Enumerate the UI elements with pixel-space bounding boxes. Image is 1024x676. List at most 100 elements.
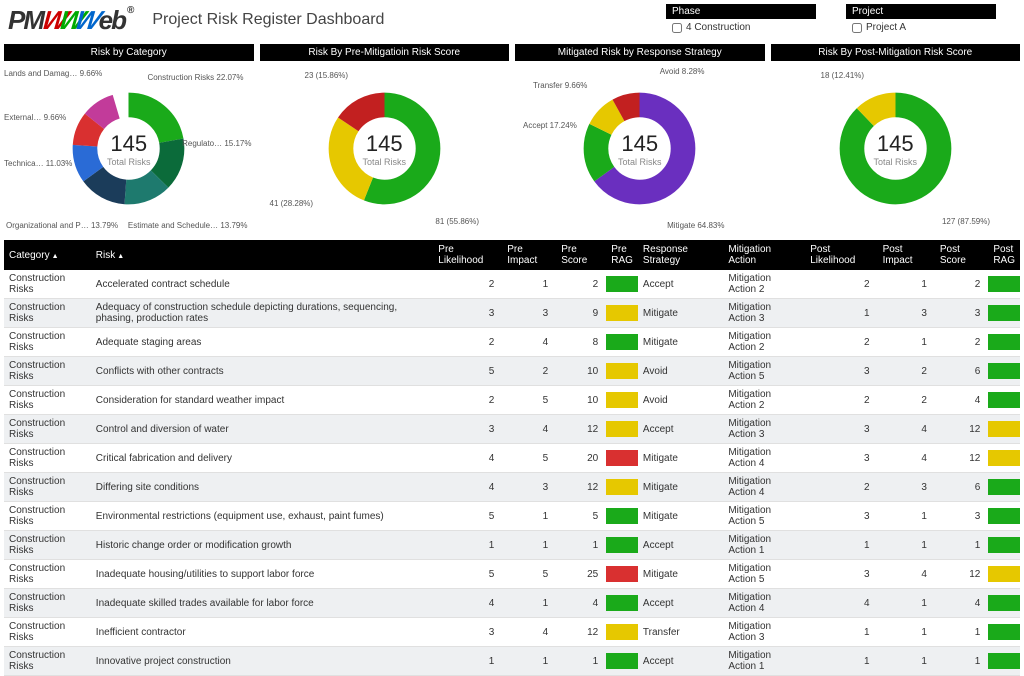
cell-post-impact: 4: [878, 444, 935, 473]
cell-post-rag: [988, 531, 1020, 560]
cell-category: Construction Risks: [4, 415, 91, 444]
column-header[interactable]: Risk▲: [91, 240, 434, 270]
cell-post-likelihood: 2: [805, 328, 877, 357]
cell-category: Construction Risks: [4, 502, 91, 531]
table-row[interactable]: Construction RisksInnovative project con…: [4, 647, 1020, 676]
cell-post-score: 12: [935, 444, 988, 473]
cell-risk: Environmental restrictions (equipment us…: [91, 502, 434, 531]
risk-table: Category▲Risk▲Pre LikelihoodPre ImpactPr…: [0, 240, 1024, 676]
column-header[interactable]: Mitigation Action: [723, 240, 805, 270]
chart-body[interactable]: 145Total Risks Construction Risks 22.07%…: [4, 61, 254, 236]
table-row[interactable]: Construction RisksConflicts with other c…: [4, 357, 1020, 386]
table-row[interactable]: Construction RisksInefficient contractor…: [4, 618, 1020, 647]
chart-body[interactable]: 145Total Risks 81 (55.86%) 41 (28.28%) 2…: [260, 61, 510, 236]
cell-response-strategy: Mitigate: [638, 560, 723, 589]
filter-project: Project Project A: [846, 4, 996, 36]
chart-title: Mitigated Risk by Response Strategy: [515, 44, 765, 61]
column-header[interactable]: Post Likelihood: [805, 240, 877, 270]
cell-mitigation-action: Mitigation Action 5: [723, 560, 805, 589]
table-row[interactable]: Construction RisksInadequate skilled tra…: [4, 589, 1020, 618]
cell-post-impact: 4: [878, 560, 935, 589]
cell-pre-rag: [606, 444, 638, 473]
cell-response-strategy: Avoid: [638, 386, 723, 415]
header: PMWWWeb® Project Risk Register Dashboard…: [0, 0, 1024, 40]
cell-pre-likelihood: 3: [433, 618, 502, 647]
cell-post-rag: [988, 270, 1020, 299]
cell-post-score: 1: [935, 531, 988, 560]
cell-pre-likelihood: 5: [433, 560, 502, 589]
cell-pre-rag: [606, 328, 638, 357]
seg-label: 81 (55.86%): [435, 217, 479, 226]
page-title: Project Risk Register Dashboard: [152, 11, 384, 29]
column-header[interactable]: Pre Impact: [502, 240, 556, 270]
cell-post-score: 4: [935, 589, 988, 618]
cell-post-score: 2: [935, 270, 988, 299]
cell-post-score: 3: [935, 502, 988, 531]
cell-response-strategy: Mitigate: [638, 502, 723, 531]
cell-risk: Consideration for standard weather impac…: [91, 386, 434, 415]
cell-pre-rag: [606, 270, 638, 299]
cell-response-strategy: Accept: [638, 647, 723, 676]
donut-icon: 145Total Risks: [838, 91, 953, 206]
table-row[interactable]: Construction RisksDiffering site conditi…: [4, 473, 1020, 502]
cell-post-score: 12: [935, 560, 988, 589]
cell-pre-score: 8: [556, 328, 606, 357]
column-header[interactable]: Pre Score: [556, 240, 606, 270]
seg-label: Construction Risks 22.07%: [147, 73, 243, 82]
column-header[interactable]: Post Score: [935, 240, 988, 270]
column-header[interactable]: Response Strategy: [638, 240, 723, 270]
cell-pre-score: 1: [556, 531, 606, 560]
cell-pre-score: 25: [556, 560, 606, 589]
filters: Phase 4 Construction Project Project A: [666, 4, 1016, 36]
donut-icon: 145Total Risks: [327, 91, 442, 206]
column-header[interactable]: Pre RAG: [606, 240, 638, 270]
cell-pre-likelihood: 4: [433, 444, 502, 473]
cell-pre-rag: [606, 415, 638, 444]
column-header[interactable]: Pre Likelihood: [433, 240, 502, 270]
table-row[interactable]: Construction RisksAdequate staging areas…: [4, 328, 1020, 357]
cell-response-strategy: Mitigate: [638, 299, 723, 328]
cell-post-likelihood: 1: [805, 618, 877, 647]
table-row[interactable]: Construction RisksEnvironmental restrict…: [4, 502, 1020, 531]
cell-pre-rag: [606, 618, 638, 647]
cell-category: Construction Risks: [4, 444, 91, 473]
cell-pre-rag: [606, 589, 638, 618]
table-row[interactable]: Construction RisksConsideration for stan…: [4, 386, 1020, 415]
cell-pre-likelihood: 2: [433, 328, 502, 357]
donut-total: 145: [873, 131, 917, 157]
cell-post-rag: [988, 589, 1020, 618]
table-row[interactable]: Construction RisksInadequate housing/uti…: [4, 560, 1020, 589]
cell-pre-rag: [606, 299, 638, 328]
cell-post-rag: [988, 386, 1020, 415]
seg-label: 127 (87.59%): [942, 217, 990, 226]
cell-mitigation-action: Mitigation Action 1: [723, 647, 805, 676]
cell-risk: Historic change order or modification gr…: [91, 531, 434, 560]
seg-label: Avoid 8.28%: [660, 67, 705, 76]
donut-total: 145: [107, 131, 151, 157]
cell-category: Construction Risks: [4, 531, 91, 560]
cell-pre-impact: 4: [502, 328, 556, 357]
table-row[interactable]: Construction RisksAccelerated contract s…: [4, 270, 1020, 299]
cell-pre-likelihood: 2: [433, 386, 502, 415]
filter-phase-label: Phase: [666, 4, 816, 19]
filter-phase-checkbox[interactable]: [672, 23, 682, 33]
table-row[interactable]: Construction RisksAdequacy of constructi…: [4, 299, 1020, 328]
chart-risk-by-category: Risk by Category 145Total Risks Construc…: [4, 44, 254, 236]
table-row[interactable]: Construction RisksControl and diversion …: [4, 415, 1020, 444]
seg-label: External… 9.66%: [4, 113, 66, 122]
cell-post-impact: 2: [878, 386, 935, 415]
cell-pre-score: 5: [556, 502, 606, 531]
cell-category: Construction Risks: [4, 647, 91, 676]
cell-category: Construction Risks: [4, 589, 91, 618]
column-header[interactable]: Category▲: [4, 240, 91, 270]
table-row[interactable]: Construction RisksHistoric change order …: [4, 531, 1020, 560]
column-header[interactable]: Post Impact: [878, 240, 935, 270]
chart-body[interactable]: 145Total Risks Mitigate 64.83% Accept 17…: [515, 61, 765, 236]
cell-pre-score: 10: [556, 386, 606, 415]
table-row[interactable]: Construction RisksCritical fabrication a…: [4, 444, 1020, 473]
cell-post-likelihood: 3: [805, 560, 877, 589]
column-header[interactable]: Post RAG: [988, 240, 1020, 270]
chart-body[interactable]: 145Total Risks 127 (87.59%) 18 (12.41%): [771, 61, 1021, 236]
chart-title: Risk By Post-Mitigation Risk Score: [771, 44, 1021, 61]
filter-project-checkbox[interactable]: [852, 23, 862, 33]
